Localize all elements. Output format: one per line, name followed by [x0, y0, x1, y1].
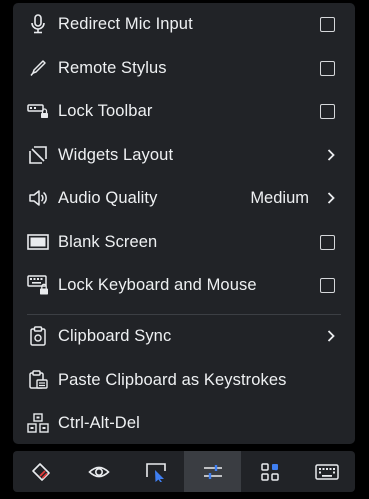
ctrl-alt-del-icon — [27, 412, 49, 434]
menu-item-ctrl-alt-del[interactable]: Ctrl-Alt-Del — [13, 403, 355, 443]
speaker-icon — [27, 187, 49, 209]
widgets-button[interactable] — [241, 451, 298, 492]
chevron-right-icon — [325, 329, 337, 343]
blank-screen-checkbox[interactable] — [320, 234, 335, 250]
eraser-pen-icon — [31, 461, 53, 483]
menu-item-label: Ctrl-Alt-Del — [58, 413, 140, 432]
microphone-icon — [27, 13, 49, 35]
chevron-right-icon — [325, 148, 337, 162]
eraser-pen-button[interactable] — [13, 451, 70, 492]
menu-item-label: Remote Stylus — [58, 58, 167, 77]
widgets-grid-icon — [260, 462, 280, 482]
menu-item-label: Clipboard Sync — [58, 326, 172, 345]
lock-keyboard-icon — [27, 274, 49, 296]
menu-item-widgets-layout[interactable]: Widgets Layout — [13, 135, 355, 175]
stylus-icon — [27, 57, 49, 79]
lock-toolbar-icon — [27, 100, 49, 122]
paste-clipboard-icon — [27, 369, 49, 391]
pointer-select-button[interactable] — [127, 451, 184, 492]
remote-stylus-checkbox[interactable] — [320, 60, 335, 76]
menu-item-label: Audio Quality — [58, 188, 158, 207]
keyboard-icon — [314, 463, 339, 480]
menu-item-redirect-mic-input[interactable]: Redirect Mic Input — [13, 4, 355, 44]
pointer-select-icon — [145, 462, 167, 482]
session-options-menu: Redirect Mic Input Remote Stylus Lock To… — [13, 3, 355, 444]
menu-item-label: Paste Clipboard as Keystrokes — [58, 370, 287, 389]
menu-divider — [27, 314, 341, 315]
lock-keyboard-checkbox[interactable] — [320, 277, 335, 293]
redirect-mic-checkbox[interactable] — [320, 16, 335, 32]
menu-item-audio-quality[interactable]: Audio Quality Medium — [13, 178, 355, 218]
menu-item-label: Blank Screen — [58, 232, 158, 251]
lock-toolbar-checkbox[interactable] — [320, 103, 335, 119]
menu-item-paste-clipboard-as-keystrokes[interactable]: Paste Clipboard as Keystrokes — [13, 360, 355, 400]
menu-item-lock-keyboard-and-mouse[interactable]: Lock Keyboard and Mouse — [13, 265, 355, 305]
widgets-layout-icon — [27, 144, 49, 166]
chevron-right-icon — [325, 191, 337, 205]
keyboard-button[interactable] — [298, 451, 355, 492]
menu-item-remote-stylus[interactable]: Remote Stylus — [13, 48, 355, 88]
session-options-button[interactable] — [184, 451, 241, 492]
eye-icon — [87, 464, 110, 480]
menu-item-label: Widgets Layout — [58, 145, 174, 164]
menu-item-label: Lock Keyboard and Mouse — [58, 275, 257, 294]
menu-item-label: Lock Toolbar — [58, 101, 153, 120]
view-button[interactable] — [70, 451, 127, 492]
bottom-toolbar — [13, 451, 355, 492]
clipboard-icon — [27, 325, 49, 347]
sliders-icon — [202, 463, 224, 481]
menu-item-lock-toolbar[interactable]: Lock Toolbar — [13, 91, 355, 131]
blank-screen-icon — [27, 231, 49, 253]
menu-item-blank-screen[interactable]: Blank Screen — [13, 222, 355, 262]
menu-item-clipboard-sync[interactable]: Clipboard Sync — [13, 316, 355, 356]
menu-item-label: Redirect Mic Input — [58, 14, 193, 33]
audio-quality-value: Medium — [250, 188, 309, 207]
